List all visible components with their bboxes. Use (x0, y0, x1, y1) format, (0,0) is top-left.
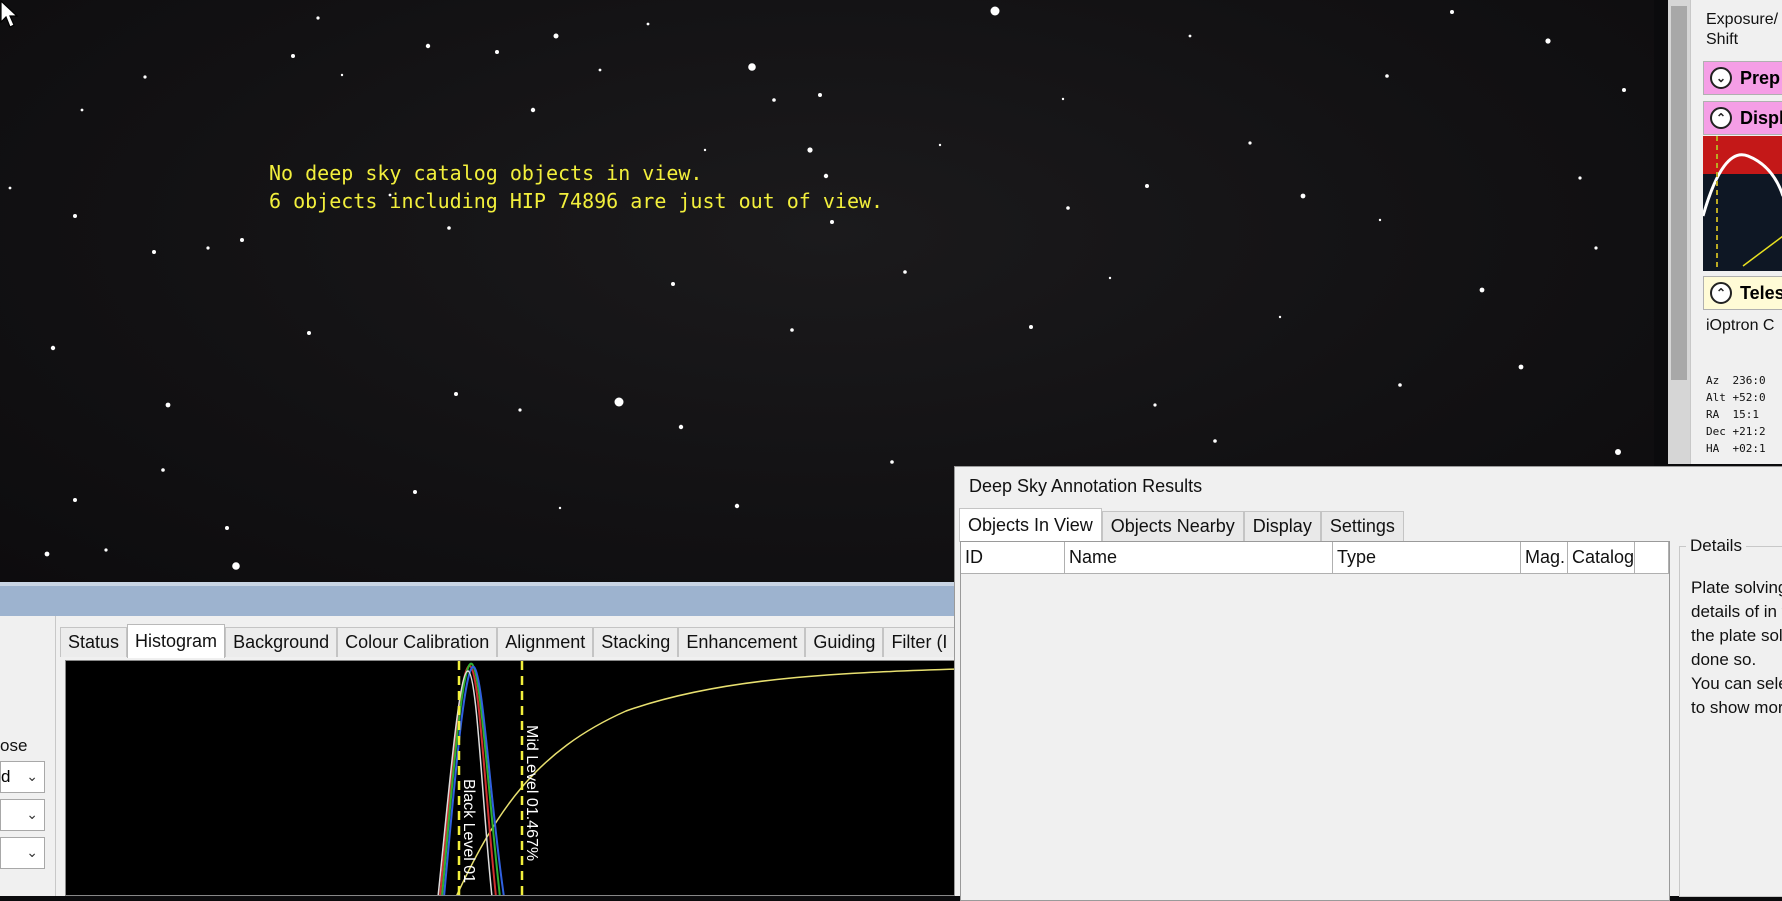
chevron-up-icon[interactable]: ⌃ (1710, 282, 1732, 304)
section-prep-header[interactable]: ⌄ Prep (1703, 61, 1782, 95)
mouse-cursor-icon (0, 0, 19, 28)
tab-objects-in-view[interactable]: Objects In View (959, 508, 1102, 542)
telescope-name: iOptron C (1706, 317, 1775, 334)
vertical-scrollbar[interactable] (1668, 0, 1690, 464)
tab-guiding[interactable]: Guiding (805, 627, 884, 657)
column-header-id[interactable]: ID (961, 542, 1065, 574)
coord-row-ra: RA 15:1 (1706, 408, 1759, 421)
right-side-panel: Exposure/ Shift ⌄ Prep ⌃ Displ ⌃ Teles i… (1690, 0, 1782, 464)
annotation-line-2: 6 objects including HIP 74896 are just o… (269, 189, 884, 213)
tab-colour-calibration[interactable]: Colour Calibration (337, 627, 498, 657)
objects-list[interactable]: ID Name Type Mag. Catalog (960, 541, 1670, 901)
section-display-header[interactable]: ⌃ Displ (1703, 101, 1782, 135)
telescope-coords: Az 236:0 Alt +52:0 RA 15:1 Dec +21:2 HA +02:… (1706, 372, 1766, 457)
tab-background[interactable]: Background (225, 627, 338, 657)
column-header-extra (1635, 542, 1669, 574)
tab-status[interactable]: Status (60, 627, 128, 657)
annotation-message: No deep sky catalog objects in view. 6 ob… (269, 159, 883, 215)
coord-row-alt: Alt +52:0 (1706, 391, 1766, 404)
left-combo-1[interactable]: d ⌄ (0, 761, 45, 793)
annotation-line-1: No deep sky catalog objects in view. (269, 161, 703, 185)
main-tabstrip: Status Histogram Background Colour Calibrat… (60, 624, 956, 658)
column-header-mag[interactable]: Mag. (1521, 542, 1568, 574)
window-title: Deep Sky Annotation Results (969, 476, 1203, 496)
column-header-name[interactable]: Name (1065, 542, 1333, 574)
tab-settings[interactable]: Settings (1320, 511, 1404, 541)
dsa-tabstrip: Objects In View Objects Nearby Display Sett… (959, 508, 1404, 542)
tab-objects-nearby[interactable]: Objects Nearby (1101, 511, 1244, 541)
chevron-down-icon[interactable]: ⌄ (1710, 67, 1732, 89)
tab-histogram[interactable]: Histogram (127, 624, 226, 658)
deep-sky-annotation-window: Deep Sky Annotation Results Objects In V… (954, 466, 1782, 901)
details-group: Details Plate solving details of in v th… (1679, 536, 1782, 897)
chevron-down-icon: ⌄ (26, 768, 38, 784)
column-header-type[interactable]: Type (1333, 542, 1521, 574)
tab-display[interactable]: Display (1243, 511, 1321, 541)
tab-filter-i[interactable]: Filter (I (883, 627, 956, 657)
chevron-down-icon: ⌄ (26, 806, 38, 822)
left-control-label: ose (0, 736, 28, 755)
tab-enhancement[interactable]: Enhancement (678, 627, 806, 657)
left-combo-3[interactable]: ⌄ (0, 837, 45, 869)
section-telescope-label: Teles (1740, 282, 1782, 303)
details-paragraph-1: Plate solving details of in v the plate … (1691, 578, 1782, 669)
black-level-label: Black Level 01 (460, 779, 477, 883)
details-title: Details (1686, 536, 1746, 556)
details-paragraph-2: You can selec to show mor (1691, 674, 1782, 717)
left-combo-1-value: d (1, 767, 11, 786)
shift-label: Shift (1706, 31, 1739, 48)
chevron-up-icon[interactable]: ⌃ (1710, 107, 1732, 129)
histogram-graph: Black Level 01 Mid Level 01.467% (437, 661, 959, 895)
tab-stacking[interactable]: Stacking (593, 627, 679, 657)
display-stretch-preview (1703, 136, 1782, 271)
left-combo-2[interactable]: ⌄ (0, 799, 45, 831)
section-display-label: Displ (1740, 107, 1782, 128)
coord-row-az: Az 236:0 (1706, 374, 1766, 387)
exposure-label: Exposure/ (1706, 11, 1779, 28)
chevron-down-icon: ⌄ (26, 844, 38, 860)
histogram-view[interactable]: Black Level 01 Mid Level 01.467% (65, 660, 960, 896)
scrollbar-thumb[interactable] (1671, 6, 1687, 380)
panel-splitter[interactable] (0, 582, 960, 616)
section-prep-label: Prep (1740, 67, 1781, 88)
mid-level-label: Mid Level 01.467% (523, 725, 540, 861)
section-telescope-header[interactable]: ⌃ Teles (1703, 276, 1782, 310)
coord-row-dec: Dec +21:2 (1706, 425, 1766, 438)
coord-row-ha: HA +02:1 (1706, 442, 1766, 455)
column-header-catalog[interactable]: Catalog (1568, 542, 1635, 574)
tab-alignment[interactable]: Alignment (497, 627, 594, 657)
